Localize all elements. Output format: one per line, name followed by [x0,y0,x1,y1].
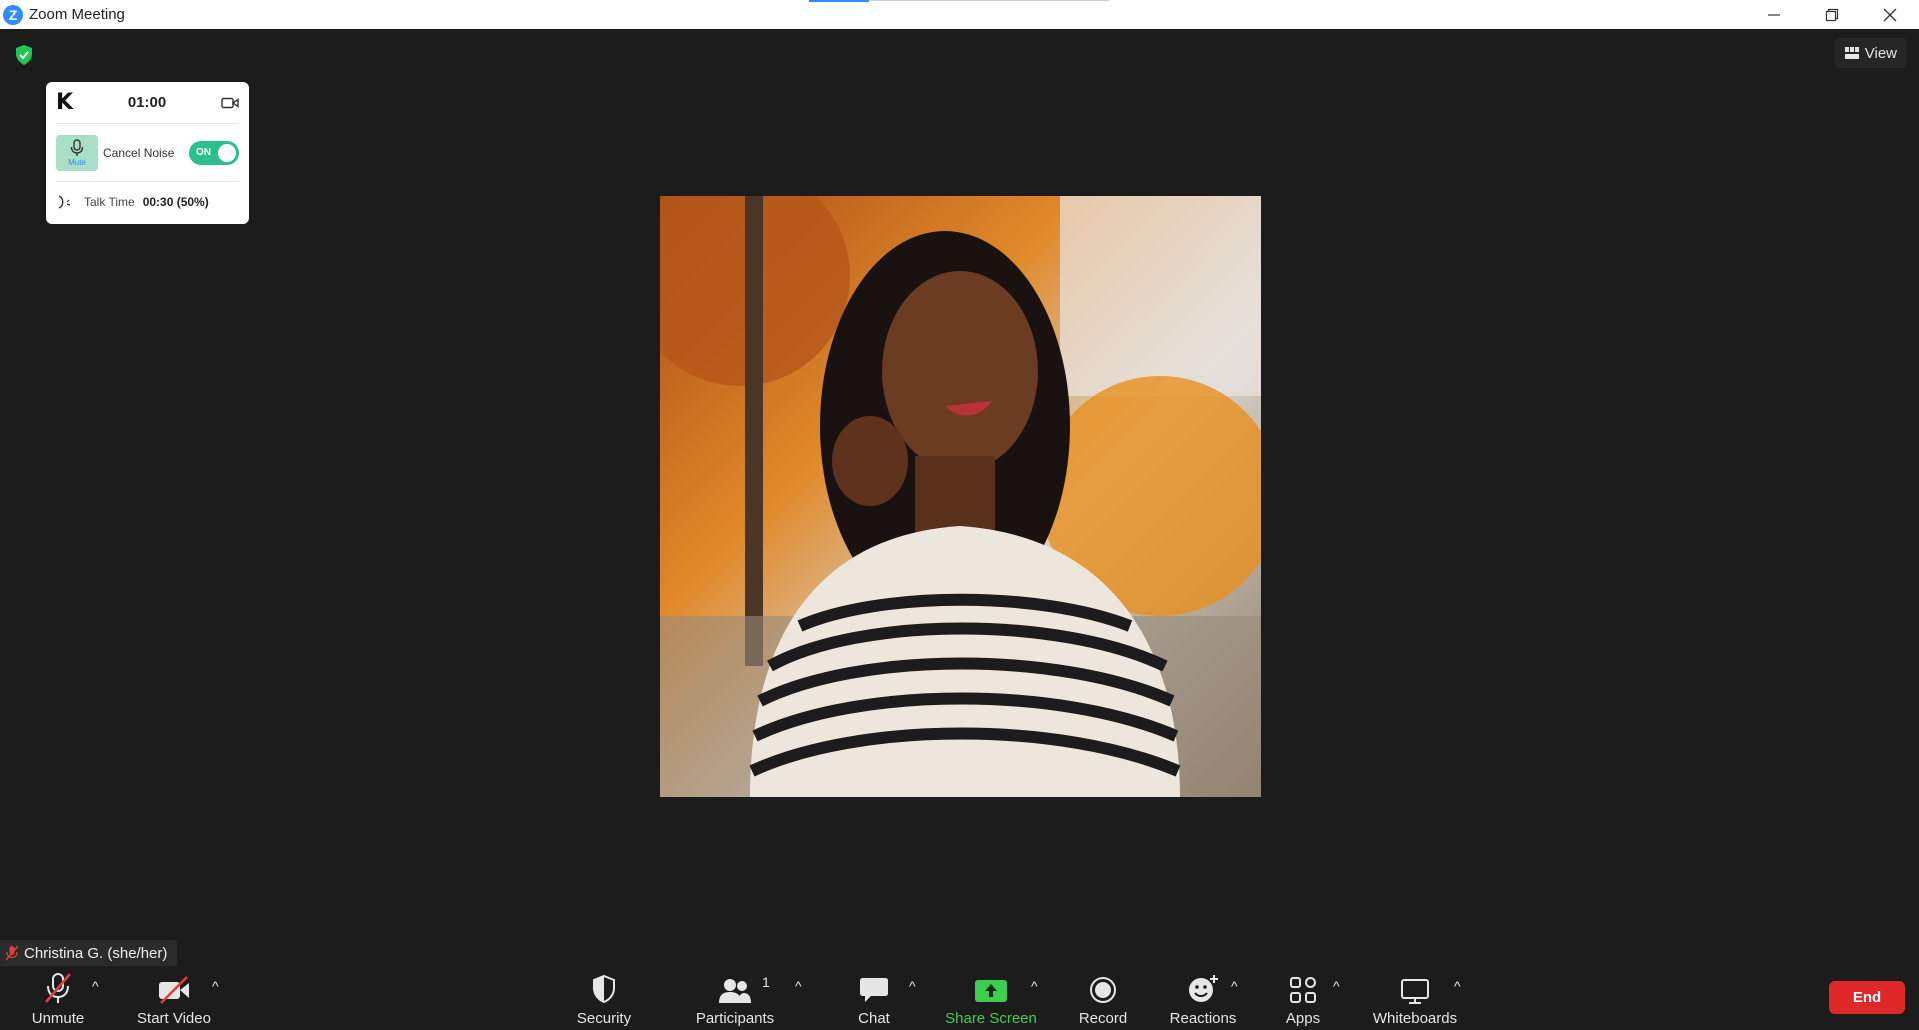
record-label: Record [1078,1010,1128,1027]
minimize-icon [1768,13,1780,16]
apps-button[interactable]: Apps [1278,966,1328,1030]
title-accent-line [809,0,869,2]
window-controls [1745,0,1919,29]
apps-options-caret[interactable]: ^ [1333,978,1340,994]
unmute-label: Unmute [31,1010,85,1027]
widget-mute-button[interactable]: Mute [56,134,98,171]
widget-mute-label: Mute [68,157,86,167]
close-button[interactable] [1861,0,1919,29]
restore-icon [1825,8,1839,21]
zoom-logo-icon: Z [3,4,23,25]
shield-check-icon[interactable] [14,44,34,66]
video-off-icon [159,976,189,1004]
participants-icon [719,979,751,1003]
whiteboards-label: Whiteboards [1372,1010,1458,1027]
start-video-label: Start Video [137,1010,211,1027]
toggle-label: ON [196,147,211,158]
cancel-noise-toggle[interactable]: ON [189,140,239,165]
video-options-caret[interactable]: ^ [212,978,219,994]
security-button[interactable]: Security [569,966,639,1030]
chat-bubble-icon [860,978,888,1002]
reactions-button[interactable]: Reactions [1164,966,1242,1030]
participant-video-tile[interactable] [660,196,1261,797]
minimize-button[interactable] [1745,0,1803,29]
apps-icon [1290,977,1316,1003]
talk-icon [58,195,71,209]
restore-button[interactable] [1803,0,1861,29]
whiteboard-icon [1401,979,1429,1004]
share-screen-button[interactable]: Share Screen [941,966,1041,1030]
record-button[interactable]: Record [1073,966,1133,1030]
participants-count: 1 [762,974,770,990]
chat-options-caret[interactable]: ^ [909,978,916,994]
reactions-options-caret[interactable]: ^ [1231,978,1238,994]
participants-label: Participants [695,1010,775,1027]
title-divider-line [869,0,1109,1]
widget-logo: K [56,90,74,115]
toggle-knob [218,143,236,162]
chat-label: Chat [858,1010,890,1027]
chat-button[interactable]: Chat [849,966,899,1030]
view-button-label: View [1864,44,1897,62]
widget-talk-time: Talk Time 00:30 (50%) [56,182,239,222]
security-shield-icon [593,974,615,1004]
view-button[interactable]: View [1834,38,1907,68]
participant-video-image [660,196,1261,797]
share-options-caret[interactable]: ^ [1031,978,1038,994]
whiteboards-options-caret[interactable]: ^ [1454,978,1461,994]
security-label: Security [576,1010,632,1027]
grid-icon [1844,47,1859,59]
whiteboards-button[interactable]: Whiteboards [1369,966,1461,1030]
cancel-noise-label: Cancel Noise [103,145,175,160]
participant-name: Christina G. (she/her) [24,944,168,962]
muted-microphone-icon [45,973,71,1003]
talk-time-value: 00:30 (50%) [142,195,209,209]
meeting-toolbar: Unmute ^ Start Video ^ Security 1 Partic… [0,966,1919,1030]
window-title: Zoom Meeting [29,6,125,23]
noise-cancel-widget: K 01:00 Mute Cancel Noise ON Talk Time 0… [46,82,249,224]
microphone-icon [70,138,84,156]
audio-options-caret[interactable]: ^ [92,978,99,994]
start-video-button[interactable]: Start Video [130,966,218,1030]
talk-time-label: Talk Time [84,195,135,209]
apps-label: Apps [1285,1010,1321,1027]
share-screen-icon [975,980,1007,1002]
widget-controls: Mute Cancel Noise ON [56,124,239,182]
video-camera-icon[interactable] [221,97,239,109]
participants-button[interactable]: 1 Participants [690,966,780,1030]
record-icon [1090,977,1116,1003]
title-bar: Z Zoom Meeting [0,0,1919,29]
reactions-emoji-icon [1189,975,1218,1002]
unmute-button[interactable]: Unmute [22,966,94,1030]
end-meeting-button[interactable]: End [1829,981,1905,1014]
zoom-meeting-window: Z Zoom Meeting View K 01:00 Mute Cancel … [0,0,1919,1030]
widget-timer: 01:00 [127,94,167,111]
participant-name-tag: Christina G. (she/her) [0,940,178,966]
close-icon [1883,8,1897,21]
widget-header: K 01:00 [56,82,239,124]
share-screen-label: Share Screen [945,1010,1037,1027]
reactions-label: Reactions [1169,1010,1237,1027]
participants-options-caret[interactable]: ^ [795,978,802,994]
muted-mic-icon [6,945,18,961]
